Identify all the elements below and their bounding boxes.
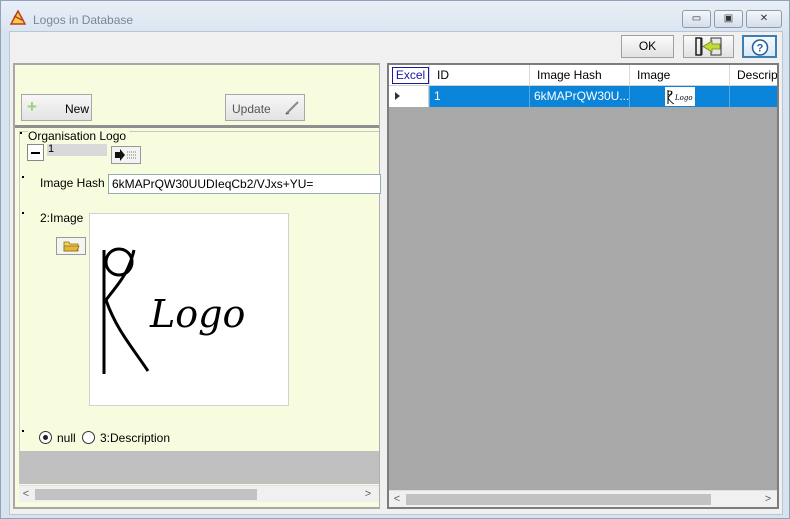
svg-text:?: ? <box>756 43 763 55</box>
app-window: Logos in Database ▭ ▣ ✕ OK ? + New Updat… <box>0 0 790 519</box>
svg-text:Logo: Logo <box>149 292 245 336</box>
row-selector[interactable] <box>389 86 429 107</box>
folder-icon <box>63 241 80 252</box>
scroll-right-icon[interactable]: > <box>761 493 775 505</box>
help-icon: ? <box>751 39 768 56</box>
minimize-button[interactable]: ▭ <box>682 10 711 28</box>
image-hash-input[interactable]: 6kMAPrQW30UUDIeqCb2/VJxs+YU= <box>108 174 381 194</box>
excel-export-button[interactable]: Excel <box>392 67 429 84</box>
new-button-label: New <box>65 102 90 116</box>
scroll-left-icon[interactable]: < <box>390 493 404 505</box>
grid-header: Excel ID Image Hash Image Descriptio <box>389 65 777 86</box>
collapse-minus-button[interactable] <box>27 144 44 161</box>
radio-description[interactable] <box>82 431 95 444</box>
bullet-dot <box>22 430 24 432</box>
bullet-dot <box>22 176 24 178</box>
logo-image: Logo <box>102 247 245 374</box>
arrow-right-icon <box>115 149 137 161</box>
close-button[interactable]: ✕ <box>746 10 782 28</box>
group-title: Organisation Logo <box>28 129 130 143</box>
update-button-label: Update <box>232 102 271 116</box>
logo-image-preview[interactable]: Logo <box>89 213 289 406</box>
empty-area <box>19 451 379 484</box>
go-to-record-button[interactable] <box>111 146 141 164</box>
logo-thumbnail: Logo <box>665 87 695 106</box>
bullet-dot <box>22 212 24 214</box>
scroll-thumb[interactable] <box>35 489 257 500</box>
image-label: 2:Image <box>40 211 84 225</box>
plus-icon: + <box>27 97 37 116</box>
help-button[interactable]: ? <box>742 35 777 58</box>
logo-form-panel: + New Update Organisation Logo 1 Image H… <box>13 63 381 509</box>
radio-null[interactable] <box>39 431 52 444</box>
radio-null-label: null <box>57 431 76 445</box>
title-bar[interactable]: Logos in Database ▭ ▣ ✕ <box>1 1 789 31</box>
column-header-image-hash[interactable]: Image Hash <box>529 65 629 86</box>
client-area: OK ? + New Update Organisation Logo 1 Im… <box>9 31 783 515</box>
form-horizontal-scrollbar[interactable]: < > <box>19 485 379 502</box>
column-header-description[interactable]: Descriptio <box>729 65 777 86</box>
column-header-image[interactable]: Image <box>629 65 729 86</box>
bullet-dot <box>20 132 22 134</box>
table-row[interactable]: 1 6kMAPrQW30U... Logo <box>389 86 777 107</box>
cell-id[interactable]: 1 <box>429 86 529 107</box>
form-divider <box>15 125 379 128</box>
cell-image[interactable]: Logo <box>629 86 729 107</box>
update-button[interactable]: Update <box>225 94 305 121</box>
logos-grid: Excel ID Image Hash Image Descriptio 1 6… <box>387 63 779 509</box>
grid-horizontal-scrollbar[interactable]: < > <box>389 490 777 507</box>
window-title: Logos in Database <box>33 13 134 27</box>
app-logo-icon <box>10 10 26 25</box>
svg-text:Logo: Logo <box>674 94 693 102</box>
id-field[interactable]: 1 <box>47 144 107 156</box>
exit-door-icon <box>694 37 721 56</box>
cell-image-hash[interactable]: 6kMAPrQW30U... <box>529 86 629 107</box>
column-header-id[interactable]: ID <box>429 65 529 86</box>
scroll-right-icon[interactable]: > <box>361 488 375 500</box>
image-hash-label: Image Hash <box>40 176 105 190</box>
cell-description[interactable] <box>729 86 777 107</box>
scroll-thumb[interactable] <box>406 494 711 505</box>
open-image-button[interactable] <box>56 237 86 255</box>
current-row-icon <box>395 92 400 100</box>
scroll-left-icon[interactable]: < <box>19 488 33 500</box>
pencil-icon <box>285 101 299 115</box>
exit-button[interactable] <box>683 35 734 58</box>
new-button[interactable]: + New <box>21 94 92 121</box>
radio-description-label: 3:Description <box>100 431 171 445</box>
ok-button[interactable]: OK <box>621 35 674 58</box>
maximize-button[interactable]: ▣ <box>714 10 743 28</box>
